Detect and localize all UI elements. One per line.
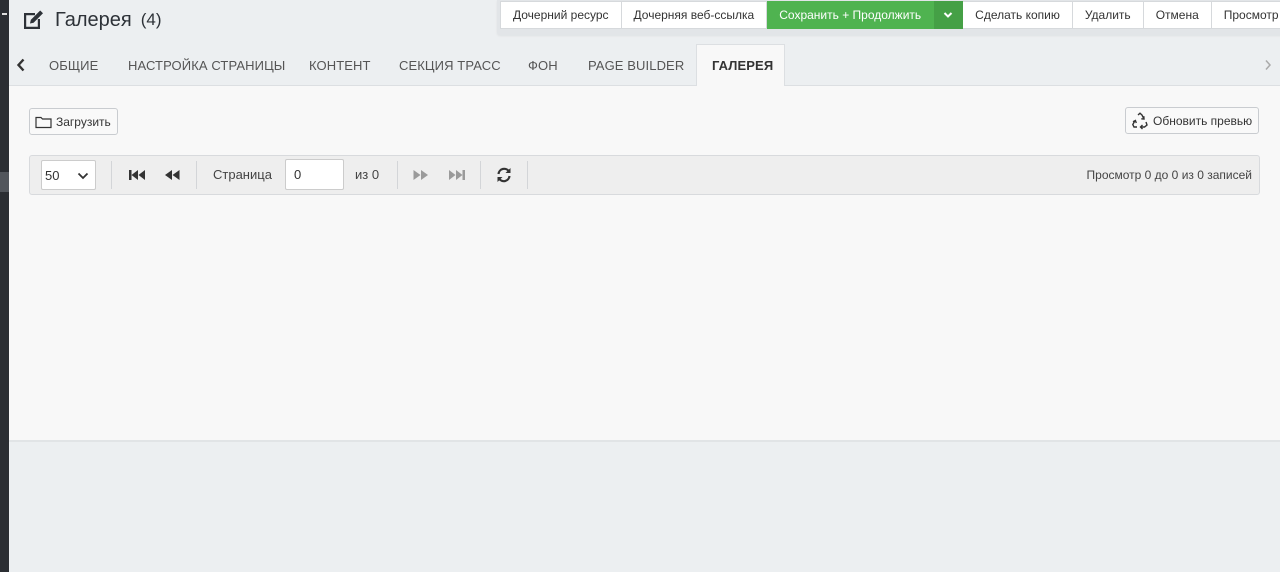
duplicate-button[interactable]: Сделать копию [963,1,1073,29]
view-button[interactable]: Просмотр [1211,1,1280,29]
cancel-button[interactable]: Отмена [1143,1,1212,29]
first-page-button[interactable] [126,165,148,185]
page-size-value: 50 [45,167,60,183]
pager-separator [527,161,528,189]
tab-general[interactable]: ОБЩИЕ [34,44,113,86]
edit-icon [24,10,43,29]
reload-button[interactable] [493,165,515,185]
delete-button[interactable]: Удалить [1072,1,1144,29]
records-summary: Просмотр 0 до 0 из 0 записей [1086,168,1252,182]
page-header: Галерея (4) Дочерний ресурс Дочерняя веб… [9,0,1280,44]
refresh-preview-button[interactable]: Обновить превью [1125,107,1260,134]
chevron-down-icon [943,12,953,18]
tab-tracks-section[interactable]: СЕКЦИЯ ТРАСС [384,44,516,86]
pager-separator [480,161,481,189]
prev-page-button[interactable] [161,165,183,185]
page-count: (4) [140,10,162,29]
child-resource-button[interactable]: Дочерний ресурс [500,1,622,29]
edge-marker [0,172,9,192]
save-options-button[interactable] [934,1,964,29]
save-continue-button[interactable]: Сохранить + Продолжить [767,1,935,29]
upload-label: Загрузить [56,114,111,129]
pagination-toolbar: 50 Страница 0 из 0 Просмотр 0 до 0 из 0 … [29,155,1260,195]
pager-separator [111,161,112,189]
upload-button[interactable]: Загрузить [29,108,118,135]
tab-content[interactable]: КОНТЕНТ [294,44,386,86]
refresh-icon [497,167,511,183]
fast-forward-icon [413,170,428,180]
skip-first-icon [129,170,145,180]
chevron-down-icon [77,172,89,180]
chevron-right-icon [1265,60,1272,70]
gallery-panel: Загрузить Обновить превью 50 Страница 0 … [9,86,1280,442]
recycle-icon [1132,111,1148,129]
tab-scroll-right[interactable] [1259,55,1277,75]
page-total-label: из 0 [355,167,380,182]
rewind-icon [165,170,180,180]
refresh-preview-label: Обновить превью [1153,113,1253,128]
page-number-input[interactable] [285,159,344,190]
tab-background[interactable]: ФОН [513,44,573,86]
left-edge-strip [0,0,9,572]
pager-separator [196,161,197,189]
tab-page-builder[interactable]: PAGE BUILDER [573,44,699,86]
skip-last-icon [449,170,465,180]
folder-icon [35,116,52,128]
edge-tick [2,13,7,15]
pager-separator [397,161,398,189]
tab-page-settings[interactable]: НАСТРОЙКА СТРАНИЦЫ [113,44,300,86]
child-weblink-button[interactable]: Дочерняя веб-ссылка [621,1,768,29]
chevron-left-icon [16,58,25,72]
page-title: Галерея [55,8,132,31]
resource-editor: Галерея (4) Дочерний ресурс Дочерняя веб… [9,0,1280,572]
title-wrap: Галерея (4) [21,6,161,34]
tab-scroll-left[interactable] [12,55,30,75]
tab-gallery[interactable]: ГАЛЕРЕЯ [696,44,785,87]
action-toolbar: Дочерний ресурс Дочерняя веб-ссылка Сохр… [497,0,1280,35]
tab-bar: ОБЩИЕ НАСТРОЙКА СТРАНИЦЫ КОНТЕНТ СЕКЦИЯ … [9,44,1280,87]
last-page-button[interactable] [446,165,468,185]
page-label: Страница [213,167,272,182]
next-page-button[interactable] [410,165,432,185]
page-size-select[interactable]: 50 [41,160,96,190]
